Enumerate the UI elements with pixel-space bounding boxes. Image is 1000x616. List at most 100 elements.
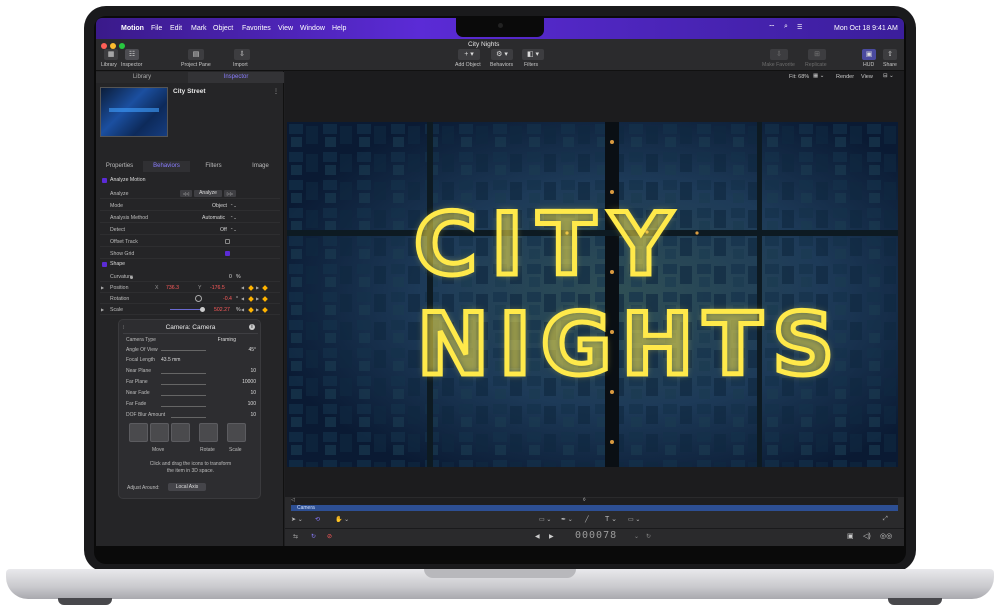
camera-hud[interactable]: ⁞ Camera: Camera i Camera Type Framing A… xyxy=(118,319,261,499)
far-plane-value[interactable]: 10000 xyxy=(242,379,256,385)
timecode-reset-icon[interactable]: ↻ xyxy=(646,533,651,540)
position-x-value[interactable]: 736.3 xyxy=(166,285,179,291)
scale-slider-track[interactable] xyxy=(170,309,203,310)
analyze-forward-button[interactable]: ▷▷ xyxy=(224,190,236,197)
timecode-menu-icon[interactable]: ⌄ xyxy=(634,533,639,540)
tab-inspector[interactable]: Inspector xyxy=(188,72,284,83)
shape-tool-icon[interactable]: ▭ ⌄ xyxy=(539,516,551,523)
analyze-backward-button[interactable]: ◁◁ xyxy=(180,190,192,197)
hud-icon[interactable]: ▣ xyxy=(862,49,876,60)
menu-object[interactable]: Object xyxy=(213,25,233,32)
play-button[interactable]: ▶ xyxy=(549,533,554,540)
tab-library[interactable]: Library xyxy=(96,72,188,83)
position-y-value[interactable]: -176.5 xyxy=(210,285,225,291)
tab-properties[interactable]: Properties xyxy=(96,161,143,172)
menu-edit[interactable]: Edit xyxy=(170,25,182,32)
go-to-start-icon[interactable]: ◀ xyxy=(535,533,540,540)
rotate-tool-icon[interactable] xyxy=(199,423,218,442)
timing-display-icon[interactable]: ⇆ xyxy=(293,533,298,540)
move-yz-tool-icon[interactable] xyxy=(171,423,190,442)
keyframe-editor-icon[interactable]: ◎◎ xyxy=(880,532,892,540)
playhead-icon[interactable]: ◊ xyxy=(583,497,585,503)
import-icon[interactable]: ⇩ xyxy=(234,49,250,60)
position-keyframe-marker-icon[interactable] xyxy=(262,285,268,291)
scale-prev-keyframe-icon[interactable]: ◀ xyxy=(241,307,244,312)
tab-filters[interactable]: Filters xyxy=(190,161,237,172)
rotation-dial-icon[interactable] xyxy=(195,295,202,302)
menu-mark[interactable]: Mark xyxy=(191,25,207,32)
menu-favorites[interactable]: Favorites xyxy=(242,25,271,32)
transform-tool-icon[interactable]: ⟲ xyxy=(315,516,320,523)
rotation-keyframe-icon[interactable] xyxy=(248,296,254,302)
near-plane-value[interactable]: 10 xyxy=(250,368,256,374)
pan-tool-icon[interactable]: ✋ ⌄ xyxy=(335,516,349,523)
show-grid-checkbox[interactable] xyxy=(225,251,230,256)
near-fade-value[interactable]: 10 xyxy=(250,390,256,396)
scale-tool-icon[interactable] xyxy=(227,423,246,442)
filters-icon[interactable]: ◧ ▾ xyxy=(522,49,544,60)
offset-track-checkbox[interactable] xyxy=(225,239,230,244)
audio-icon[interactable]: ◁) xyxy=(863,532,871,540)
near-plane-slider[interactable] xyxy=(161,373,206,374)
camera-track-bar[interactable] xyxy=(291,505,898,511)
far-fade-value[interactable]: 100 xyxy=(248,401,256,407)
rotation-prev-keyframe-icon[interactable]: ◀ xyxy=(241,296,244,301)
adjust-around-select[interactable]: Local Axis xyxy=(168,483,206,491)
curvature-slider-knob[interactable] xyxy=(130,276,133,279)
scale-keyframe-marker-icon[interactable] xyxy=(262,307,268,313)
move-xy-tool-icon[interactable] xyxy=(129,423,148,442)
scale-next-keyframe-icon[interactable]: ▶ xyxy=(256,307,259,312)
menu-view[interactable]: View xyxy=(278,25,293,32)
position-next-keyframe-icon[interactable]: ▶ xyxy=(256,285,259,290)
angle-of-view-slider[interactable] xyxy=(161,350,206,351)
fullscreen-icon[interactable]: ⤢ xyxy=(883,516,888,523)
mode-select[interactable]: Object xyxy=(212,203,227,209)
hud-info-icon[interactable]: i xyxy=(249,324,255,330)
curvature-value[interactable]: 0 xyxy=(229,274,232,280)
rotation-keyframe-marker-icon[interactable] xyxy=(262,296,268,302)
position-keyframe-icon[interactable] xyxy=(248,285,254,291)
zoom-window-button[interactable] xyxy=(119,43,125,49)
analysis-method-select[interactable]: Automatic xyxy=(202,215,225,221)
behaviors-icon[interactable]: ⚙ ▾ xyxy=(491,49,513,60)
timecode-display[interactable]: 000078 xyxy=(575,530,617,541)
text-tool-icon[interactable]: T ⌄ xyxy=(605,515,617,523)
menu-window[interactable]: Window xyxy=(300,25,325,32)
replicate-icon[interactable]: ⊞ xyxy=(808,49,826,60)
position-disclosure-icon[interactable]: ▶ xyxy=(101,285,104,290)
far-fade-slider[interactable] xyxy=(161,406,206,407)
tab-behaviors[interactable]: Behaviors xyxy=(143,161,190,172)
analyze-button[interactable]: Analyze xyxy=(194,190,222,197)
view-menu[interactable]: View xyxy=(861,74,873,80)
tab-image[interactable]: Image xyxy=(237,161,284,172)
dof-blur-value[interactable]: 10 xyxy=(250,412,256,418)
pen-tool-icon[interactable]: ✒ ⌄ xyxy=(561,516,573,523)
search-icon[interactable]: ⌕ xyxy=(784,23,788,31)
object-menu-icon[interactable]: ⋮ xyxy=(273,88,279,95)
move-xz-tool-icon[interactable] xyxy=(150,423,169,442)
select-tool-icon[interactable]: ➤ ⌄ xyxy=(291,516,303,523)
focal-length-value[interactable]: 43.5 mm xyxy=(161,357,180,363)
dof-blur-slider[interactable] xyxy=(171,417,206,418)
share-icon[interactable]: ⇧ xyxy=(883,49,897,60)
far-plane-slider[interactable] xyxy=(161,384,206,385)
mask-tool-icon[interactable]: ▭ ⌄ xyxy=(628,516,640,523)
angle-of-view-value[interactable]: 45° xyxy=(248,347,256,353)
camera-type-select[interactable]: Framing xyxy=(218,337,236,343)
inspector-icon[interactable]: ☷ xyxy=(125,49,139,60)
analyze-motion-checkbox[interactable] xyxy=(102,178,107,183)
view-layout-icon[interactable]: ⊟ ⌄ xyxy=(883,73,894,79)
scale-value[interactable]: 502.27 xyxy=(214,307,230,313)
control-center-icon[interactable]: ☰ xyxy=(797,24,802,31)
color-channels-icon[interactable]: ▦ ⌄ xyxy=(813,73,824,79)
paint-stroke-tool-icon[interactable]: ╱ xyxy=(585,516,589,523)
time-ruler[interactable] xyxy=(291,498,898,505)
render-menu[interactable]: Render xyxy=(836,74,854,80)
menu-datetime[interactable]: Mon Oct 18 9:41 AM xyxy=(834,25,898,32)
in-point-icon[interactable]: ◁ xyxy=(291,497,295,503)
add-object-icon[interactable]: + ▾ xyxy=(458,49,480,60)
detect-select[interactable]: Off xyxy=(220,227,227,233)
library-icon[interactable]: ▦ xyxy=(104,49,118,60)
position-prev-keyframe-icon[interactable]: ◀ xyxy=(241,285,244,290)
canvas[interactable]: CITY NIGHTS CITY NIGHTS xyxy=(287,122,898,467)
